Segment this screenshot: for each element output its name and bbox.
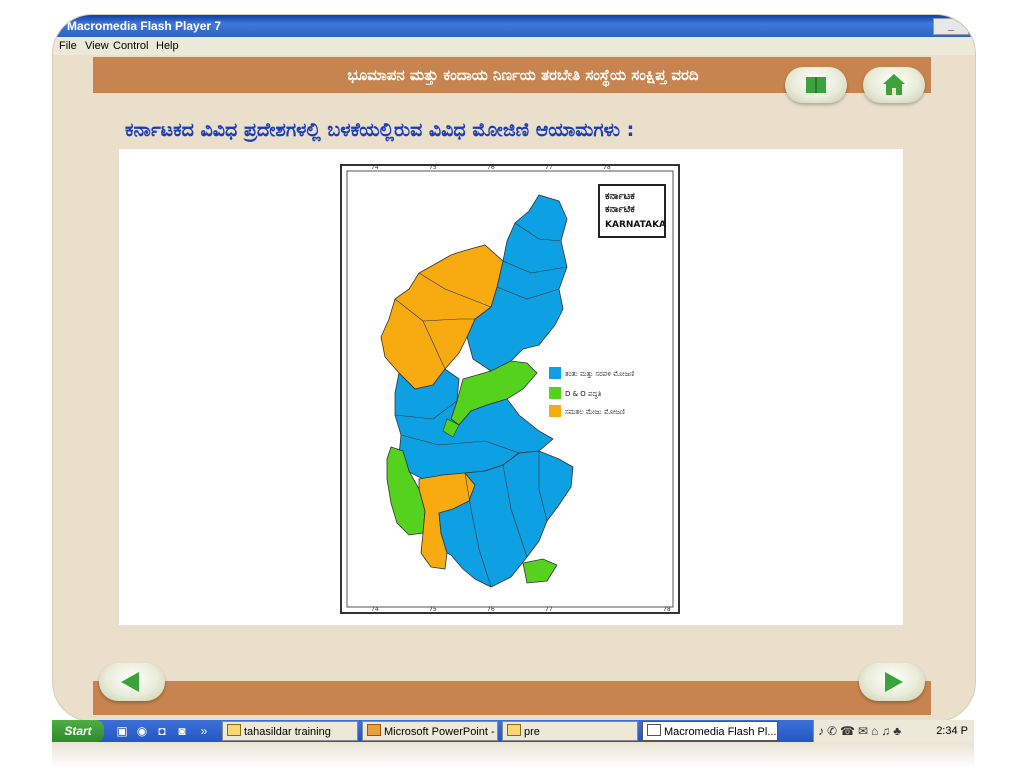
bottom-tick-77: 77 bbox=[545, 606, 553, 613]
bottom-tick-76: 76 bbox=[487, 606, 495, 613]
minimize-button[interactable]: _ bbox=[933, 18, 969, 35]
footer-bar bbox=[93, 681, 931, 715]
media-icon[interactable]: ◙ bbox=[174, 723, 190, 739]
bottom-tick-74: 74 bbox=[371, 606, 379, 613]
clock: 2:34 P bbox=[936, 725, 968, 737]
arrow-right-icon bbox=[885, 672, 903, 692]
legend-swatch-green bbox=[549, 387, 561, 399]
header-title: ಭೂಮಾಪನ ಮತ್ತು ಕಂದಾಯ ನಿರ್ಣಯ ತರಬೇತಿ ಸಂಸ್ಥೆಯ… bbox=[347, 66, 699, 84]
previous-button[interactable] bbox=[99, 663, 165, 701]
top-tick-77: 77 bbox=[545, 164, 553, 171]
taskbar-button-tahasildar[interactable]: tahasildar training bbox=[222, 721, 358, 741]
legend-label-plane-table: ಸಮತಲ ಮೇಜು ಮೋಜಣಿ bbox=[565, 408, 625, 416]
taskbar: Start ▣ ◉ ◘ ◙ » tahasildar training Micr… bbox=[52, 720, 974, 742]
taskbar-button-powerpoint[interactable]: Microsoft PowerPoint - [... bbox=[362, 721, 498, 741]
system-tray: ♪✆☎✉⌂♫♣ 2:34 P bbox=[813, 720, 974, 742]
menu-file[interactable]: File bbox=[59, 37, 77, 55]
folder-icon bbox=[227, 724, 241, 736]
taskbar-button-flash[interactable]: Macromedia Flash Pl... bbox=[642, 721, 778, 741]
bottom-tick-78: 78 bbox=[663, 606, 671, 613]
home-button[interactable] bbox=[863, 67, 925, 103]
karnataka-map: 74 75 76 77 78 74 75 76 77 78 ಕರ್ನಾಟಕ ಕರ… bbox=[340, 164, 680, 614]
bottom-tick-75: 75 bbox=[429, 606, 437, 613]
top-tick-75: 75 bbox=[429, 164, 437, 171]
map-title-english: KARNATAKA bbox=[605, 220, 666, 230]
next-button[interactable] bbox=[859, 663, 925, 701]
legend-swatch-orange bbox=[549, 405, 561, 417]
page-heading: ಕರ್ನಾಟಕದ ವಿವಿಧ ಪ್ರದೇಶಗಳಲ್ಲಿ ಬಳಕೆಯಲ್ಲಿರುವ… bbox=[125, 119, 635, 141]
desktop-icon[interactable]: ▣ bbox=[114, 723, 130, 739]
more-quicklaunch-icon[interactable]: » bbox=[196, 723, 212, 739]
title-bar[interactable]: Macromedia Flash Player 7 _ bbox=[53, 15, 975, 37]
book-button[interactable] bbox=[785, 67, 847, 103]
arrow-left-icon bbox=[121, 672, 139, 692]
top-tick-76: 76 bbox=[487, 164, 495, 171]
top-tick-74: 74 bbox=[371, 164, 379, 171]
menu-help[interactable]: Help bbox=[156, 37, 179, 55]
legend-swatch-blue bbox=[549, 367, 561, 379]
map-panel: 74 75 76 77 78 74 75 76 77 78 ಕರ್ನಾಟಕ ಕರ… bbox=[119, 149, 903, 625]
map-title-kannada-2: ಕರ್ನಾಟಿಕ bbox=[605, 204, 635, 215]
map-title-kannada: ಕರ್ನಾಟಕ bbox=[605, 191, 635, 202]
reflection bbox=[52, 742, 974, 768]
flash-icon bbox=[647, 724, 661, 736]
taskbar-button-label: Macromedia Flash Pl... bbox=[664, 726, 777, 738]
menu-control[interactable]: Control bbox=[113, 37, 148, 55]
browser-icon[interactable]: ◉ bbox=[134, 723, 150, 739]
legend-label-chain-survey: ತಂತು ಮತ್ತು ಸರಪಳಿ ಮೋಜಣಿ bbox=[565, 370, 634, 378]
start-button[interactable]: Start bbox=[52, 720, 104, 742]
taskbar-button-label: tahasildar training bbox=[244, 726, 331, 738]
powerpoint-icon bbox=[367, 724, 381, 736]
menu-view[interactable]: View bbox=[85, 37, 109, 55]
flash-player-window: Macromedia Flash Player 7 _ File View Co… bbox=[52, 14, 976, 722]
top-tick-78: 78 bbox=[603, 164, 611, 171]
book-icon bbox=[806, 77, 826, 93]
taskbar-button-label: pre bbox=[524, 726, 540, 738]
home-icon bbox=[883, 74, 905, 95]
folder-icon bbox=[507, 724, 521, 736]
menu-bar: File View Control Help bbox=[53, 37, 975, 55]
taskbar-button-pre[interactable]: pre bbox=[502, 721, 638, 741]
window-title: Macromedia Flash Player 7 bbox=[67, 19, 222, 33]
tray-icons[interactable]: ♪✆☎✉⌂♫♣ bbox=[818, 720, 928, 742]
explorer-icon[interactable]: ◘ bbox=[154, 723, 170, 739]
taskbar-button-label: Microsoft PowerPoint - [... bbox=[384, 726, 498, 738]
